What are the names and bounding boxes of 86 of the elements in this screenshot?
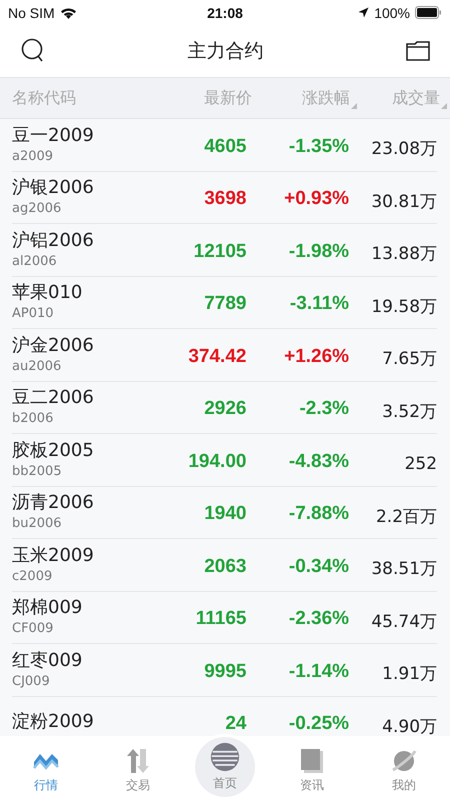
contract-code: al2006 — [12, 252, 58, 271]
contract-code: bu2006 — [12, 515, 63, 534]
volume-cell-text: 1.91万 — [381, 663, 438, 686]
globe-icon — [210, 742, 240, 772]
contract-name: 沪金2006 — [12, 334, 95, 358]
battery-icon — [415, 6, 442, 19]
contract-code: bb2005 — [12, 462, 63, 481]
volume-cell-text: 13.88万 — [370, 243, 438, 266]
carrier-text: No SIM — [8, 4, 55, 20]
volume-cell-text: 19.58万 — [370, 296, 438, 318]
change-cell-text: -1.14% — [288, 660, 350, 683]
quote-row[interactable]: 沪金2006 au2006 374.42 +1.26% 7.65万 — [12, 329, 437, 382]
contract-name: 豆一2009 — [12, 124, 95, 148]
quote-row[interactable]: 玉米2009 c2009 2063 -0.34% 38.51万 — [12, 539, 437, 592]
contract-name: 沥青2006 — [12, 491, 95, 516]
contract-code: c2009 — [12, 568, 54, 586]
wifi-icon — [60, 6, 77, 18]
price-cell-text: 1940 — [203, 502, 246, 526]
change-cell-text: -0.25% — [288, 712, 350, 736]
price-cell-text: 2063 — [203, 554, 246, 578]
volume-cell-text: 2.2百万 — [374, 506, 438, 528]
price-cell-text: 374.42 — [187, 344, 246, 368]
change-cell-text: +0.93% — [283, 187, 350, 210]
volume-cell-text: 4.90万 — [381, 716, 438, 736]
contract-name: 玉米2009 — [12, 544, 95, 568]
quote-row[interactable]: 苹果010 AP010 7789 -3.11% 19.58万 — [12, 276, 437, 329]
contract-code: a2009 — [12, 148, 54, 166]
change-cell-text: -3.11% — [288, 292, 350, 316]
contract-name: 红枣009 — [12, 648, 84, 673]
change-cell-text: -1.98% — [288, 240, 350, 263]
change-cell-text: -2.3% — [298, 397, 350, 420]
quote-row[interactable]: 红枣009 CJ009 9995 -1.14% 1.91万 — [12, 644, 437, 696]
contract-name: 淀粉2009 — [12, 710, 95, 734]
document-icon — [300, 748, 324, 774]
price-cell-text: 3698 — [203, 187, 246, 210]
volume-cell-text: 38.51万 — [370, 558, 438, 580]
volume-cell-text: 7.65万 — [381, 348, 438, 370]
quote-row[interactable]: 沪铝2006 al2006 12105 -1.98% 13.88万 — [12, 224, 437, 276]
quote-row[interactable]: 沥青2006 bu2006 1940 -7.88% 2.2百万 — [12, 486, 437, 539]
change-cell-text: -4.83% — [288, 450, 350, 473]
page-title: 主力合约 — [188, 39, 264, 64]
contract-code: CJ009 — [12, 672, 51, 691]
folder-icon[interactable] — [406, 41, 430, 61]
quote-row[interactable]: 沪银2006 ag2006 3698 +0.93% 30.81万 — [12, 172, 437, 224]
location-arrow-icon — [358, 7, 370, 18]
price-cell-text: 12105 — [192, 240, 246, 263]
contract-name: 沪铝2006 — [12, 228, 95, 253]
contract-name: 豆二2006 — [12, 386, 95, 410]
contract-code: ag2006 — [12, 200, 62, 218]
price-cell-text: 11165 — [194, 607, 246, 630]
price-cell-text: 24 — [224, 712, 246, 736]
battery-percent: 100% — [374, 4, 410, 20]
price-cell-text: 194.00 — [187, 450, 246, 473]
price-cell-text: 4605 — [203, 134, 246, 158]
tab-item[interactable]: 资讯 — [277, 748, 347, 794]
search-icon[interactable] — [21, 38, 45, 64]
change-cell-text: +1.26% — [283, 344, 350, 368]
price-cell-text: 2926 — [203, 397, 246, 420]
contract-code: AP010 — [12, 305, 55, 324]
tab-item[interactable]: 我的 — [369, 748, 439, 794]
contract-code: au2006 — [12, 358, 62, 376]
change-cell-text: -7.88% — [288, 502, 350, 526]
quote-row[interactable]: 豆一2009 a2009 4605 -1.35% 23.08万 — [12, 119, 437, 172]
volume-cell-text: 252 — [404, 452, 438, 474]
clock-text: 21:08 — [207, 4, 243, 20]
planet-icon — [391, 748, 417, 774]
change-cell-text: -0.34% — [288, 554, 350, 578]
change-cell-text: -1.35% — [288, 134, 350, 158]
volume-cell-text: 23.08万 — [370, 138, 438, 160]
tab-item[interactable]: 交易 — [103, 748, 173, 794]
contract-name: 苹果010 — [12, 281, 84, 306]
contract-name: 郑棉009 — [12, 596, 84, 620]
contract-name: 胶板2005 — [12, 438, 95, 463]
contract-code: b2006 — [12, 410, 54, 428]
change-cell-text: -2.36% — [288, 607, 350, 630]
volume-cell-text: 3.52万 — [381, 400, 438, 423]
contract-name: 沪银2006 — [12, 176, 95, 200]
quote-row[interactable]: 胶板2005 bb2005 194.00 -4.83% 252 — [12, 434, 437, 486]
quote-row[interactable]: 郑棉009 CF009 11165 -2.36% 45.74万 — [12, 592, 437, 644]
volume-cell-text: 45.74万 — [370, 610, 438, 633]
price-cell-text: 9995 — [203, 660, 246, 683]
quote-row[interactable]: 豆二2006 b2006 2926 -2.3% 3.52万 — [12, 382, 437, 434]
up-down-arrows-icon — [125, 748, 151, 774]
volume-cell-text: 30.81万 — [370, 190, 438, 213]
contract-code: CF009 — [12, 620, 54, 638]
price-cell-text: 7789 — [203, 292, 246, 316]
